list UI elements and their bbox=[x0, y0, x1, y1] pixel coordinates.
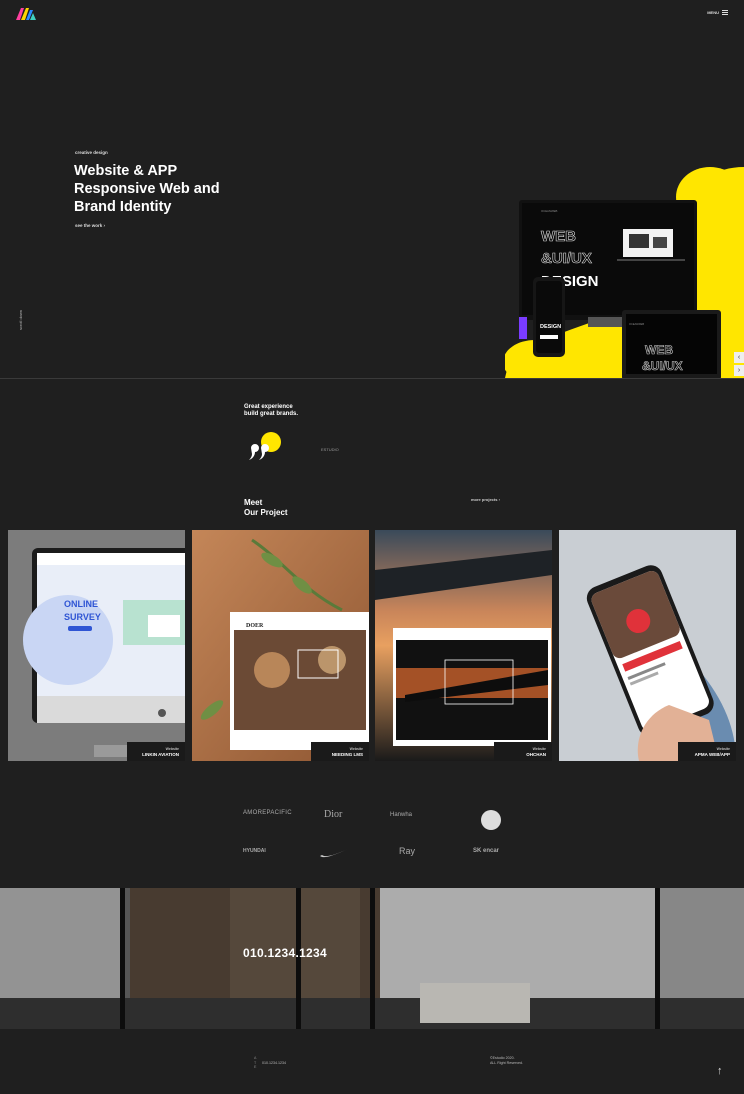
mock-brand: OCEANWEB bbox=[541, 209, 557, 213]
office-background-image bbox=[0, 888, 744, 1029]
menu-button[interactable]: MENU bbox=[707, 10, 728, 15]
brand-logo-ray: Ray bbox=[399, 846, 416, 856]
mock-small-line: &UI/UX bbox=[642, 359, 683, 373]
arrow-right-icon: › bbox=[498, 497, 500, 502]
more-projects-link[interactable]: more projects › bbox=[471, 497, 500, 502]
brand-logo-swoosh bbox=[320, 849, 348, 858]
project-title: NEEDING LMS bbox=[331, 752, 363, 757]
brand-logo-hanwha: Hanwha bbox=[390, 812, 413, 818]
see-work-label: see the work bbox=[75, 223, 103, 228]
project-category: Website bbox=[165, 747, 179, 751]
art-text: DOER bbox=[246, 623, 264, 629]
hero-title-line: Website & APP bbox=[74, 163, 178, 179]
project-caption: Website OHCHAN bbox=[494, 742, 552, 761]
footer-key: E bbox=[254, 1065, 257, 1070]
brand-logo-hyundai: HYUNDAI bbox=[243, 848, 266, 854]
footer-copyright: ©Estudio 2020. ALL Right Reserved. bbox=[490, 1056, 523, 1065]
site-header: MENU bbox=[0, 0, 744, 30]
project-caption: Website NEEDING LMS bbox=[311, 742, 369, 761]
intro-heading: Great experience build great brands. bbox=[244, 404, 298, 418]
project-image bbox=[559, 530, 736, 761]
footer-value[interactable]: 010.1234.1234 bbox=[262, 1061, 286, 1066]
art-text: SURVEY bbox=[64, 612, 101, 622]
footer-email-row: E bbox=[254, 1065, 286, 1070]
brand-logo-dior: Dior bbox=[324, 809, 343, 820]
brand-logo-emblem bbox=[481, 810, 501, 830]
hero-device-mockup: OCEANWEB WEB &UI/UX DESIGN DESIGN OCEANW… bbox=[505, 167, 744, 378]
hero-section: creative design Website & APP Responsive… bbox=[0, 30, 744, 378]
intro-heading-line: build great brands. bbox=[244, 411, 299, 417]
arrow-left-icon[interactable]: ‹ bbox=[734, 352, 744, 363]
menu-icon bbox=[722, 10, 728, 15]
art-text: ONLINE bbox=[64, 599, 98, 609]
quote-icon bbox=[249, 432, 281, 460]
hero-title-line: Responsive Web and bbox=[74, 181, 220, 197]
menu-label: MENU bbox=[707, 10, 719, 15]
projects-heading: Meet Our Project bbox=[244, 498, 288, 518]
mock-tag: DESIGN bbox=[540, 324, 561, 330]
mock-brand-small: OCEANWEB bbox=[629, 322, 644, 326]
contact-phone[interactable]: 010.1234.1234 bbox=[243, 946, 327, 960]
projects-heading-line: Our Project bbox=[244, 508, 288, 517]
project-card[interactable]: DOER Website NEEDING LMS bbox=[192, 530, 369, 761]
project-card[interactable]: Website OHCHAN bbox=[375, 530, 552, 761]
project-category: Website bbox=[532, 747, 546, 751]
brand-logo-amorepacific: AMOREPACIFIC bbox=[243, 810, 292, 816]
see-work-link[interactable]: see the work › bbox=[75, 223, 105, 228]
project-caption: Website APMA WEB/APP bbox=[678, 742, 736, 761]
arrow-right-icon[interactable]: › bbox=[734, 365, 744, 376]
scroll-indicator: scroll down bbox=[18, 309, 23, 330]
section-divider bbox=[0, 378, 744, 379]
project-caption: Website LINKIN AVIATION bbox=[127, 742, 185, 761]
project-image: DOER bbox=[192, 530, 369, 761]
hero-title-line: Brand Identity bbox=[74, 199, 172, 215]
project-category: Website bbox=[349, 747, 363, 751]
projects-heading-line: Meet bbox=[244, 498, 263, 507]
contact-section: 010.1234.1234 bbox=[0, 888, 744, 1029]
mock-headline-line: WEB bbox=[541, 228, 576, 245]
footer-line: ALL Right Reserved. bbox=[490, 1060, 524, 1065]
project-card[interactable]: Website APMA WEB/APP bbox=[559, 530, 736, 761]
arrow-up-icon[interactable]: ↑ bbox=[717, 1066, 726, 1077]
project-image: ONLINE SURVEY bbox=[8, 530, 185, 761]
site-footer: A T 010.1234.1234 E ©Estudio 2020. ALL R… bbox=[0, 1029, 744, 1094]
intro-heading-line: Great experience bbox=[244, 404, 293, 410]
brand-logo-sk-encar: SK encar bbox=[473, 848, 500, 854]
project-title: APMA WEB/APP bbox=[694, 752, 730, 757]
project-card[interactable]: ONLINE SURVEY Website LINKIN AVIATION bbox=[8, 530, 185, 761]
project-category: Website bbox=[716, 747, 730, 751]
logo-icon[interactable] bbox=[16, 8, 36, 20]
intro-sub: ESTUDIO bbox=[321, 447, 339, 452]
project-title: OHCHAN bbox=[526, 752, 546, 757]
slider-arrows: ‹ › bbox=[734, 352, 744, 376]
arrow-right-icon: › bbox=[103, 223, 106, 228]
more-projects-label: more projects bbox=[471, 497, 498, 502]
project-title: LINKIN AVIATION bbox=[142, 752, 179, 757]
mock-headline-line: &UI/UX bbox=[541, 250, 592, 267]
footer-contact-info: A T 010.1234.1234 E bbox=[254, 1056, 286, 1070]
project-image bbox=[375, 530, 552, 761]
mock-small-line: WEB bbox=[645, 343, 673, 357]
hero-eyebrow: creative design bbox=[75, 150, 108, 155]
hero-title: Website & APP Responsive Web and Brand I… bbox=[74, 162, 274, 216]
